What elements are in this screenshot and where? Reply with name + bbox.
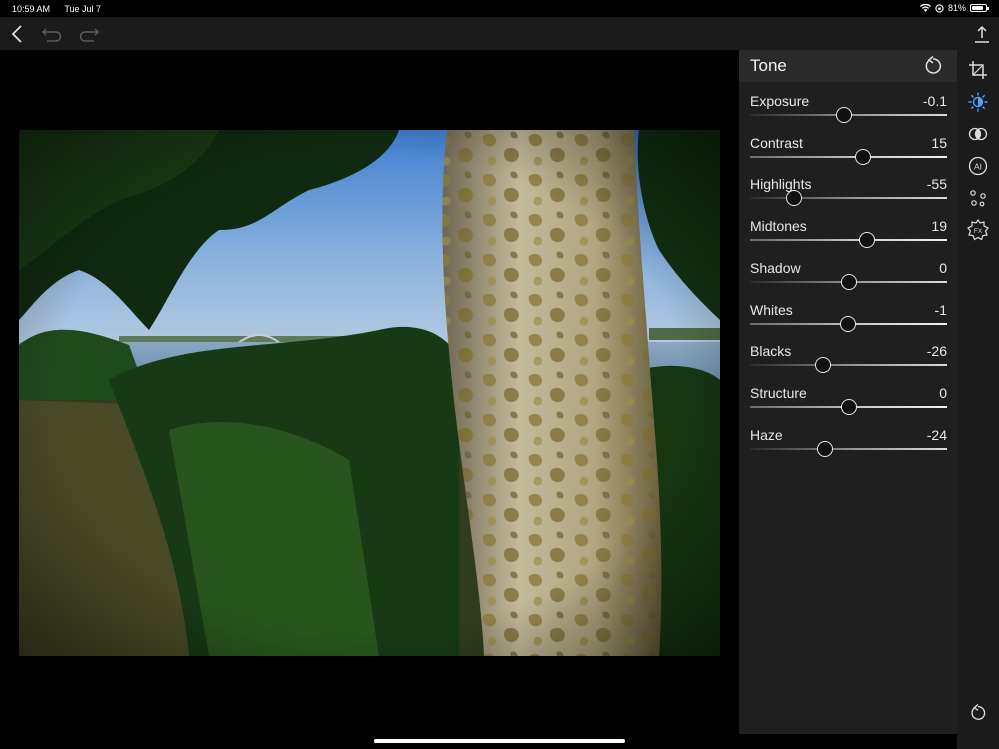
panel-header: Tone	[739, 50, 957, 82]
battery-icon	[970, 4, 989, 12]
fx-tool-button[interactable]: FX	[967, 219, 989, 241]
slider-midtones[interactable]: Midtones 19	[750, 218, 947, 260]
top-toolbar	[0, 17, 999, 50]
status-left: 10:59 AM Tue Jul 7	[12, 4, 113, 14]
status-time: 10:59 AM	[12, 4, 51, 14]
slider-thumb[interactable]	[816, 440, 833, 457]
share-button[interactable]	[970, 22, 994, 46]
color-tool-button[interactable]	[967, 123, 989, 145]
slider-label: Haze	[750, 426, 783, 443]
slider-label: Whites	[750, 301, 793, 318]
slider-label: Structure	[750, 384, 807, 401]
slider-label: Midtones	[750, 218, 807, 235]
slider-track[interactable]	[750, 447, 947, 450]
slider-thumb[interactable]	[859, 232, 876, 249]
slider-value: -0.1	[922, 93, 947, 109]
slider-value: 19	[931, 218, 947, 235]
photo-image	[19, 130, 720, 656]
slider-thumb[interactable]	[814, 357, 831, 374]
slider-structure[interactable]: Structure 0	[750, 385, 947, 427]
slider-whites[interactable]: Whites -1	[750, 302, 947, 344]
slider-blacks[interactable]: Blacks -26	[750, 343, 947, 385]
slider-thumb[interactable]	[855, 148, 872, 165]
slider-haze[interactable]: Haze -24	[750, 427, 947, 469]
slider-value: -55	[926, 176, 947, 193]
slider-label: Shadow	[750, 259, 801, 276]
color-icon	[968, 127, 988, 141]
layers-tool-button[interactable]	[967, 187, 989, 209]
fx-icon: FX	[967, 219, 989, 241]
reset-tone-button[interactable]	[923, 55, 943, 76]
status-right: 81%	[919, 3, 989, 13]
slider-label: Contrast	[750, 134, 803, 151]
battery-percent: 81%	[947, 3, 966, 13]
back-button[interactable]	[5, 22, 29, 46]
status-date: Tue Jul 7	[64, 4, 102, 14]
wifi-icon	[919, 4, 931, 12]
slider-thumb[interactable]	[840, 273, 857, 290]
reset-icon	[925, 55, 942, 74]
slider-value: -24	[926, 426, 947, 443]
crop-icon	[969, 61, 987, 79]
tool-strip: AI FX	[957, 50, 999, 749]
export-icon	[975, 25, 989, 43]
undo-icon	[41, 28, 62, 42]
undo-button[interactable]	[40, 22, 64, 46]
redo-button[interactable]	[77, 22, 101, 46]
photo-canvas	[0, 50, 739, 749]
slider-highlights[interactable]: Highlights -55	[750, 176, 947, 218]
home-indicator	[374, 739, 625, 743]
slider-thumb[interactable]	[839, 315, 856, 332]
slider-label: Blacks	[750, 343, 792, 360]
redo-icon	[79, 28, 100, 42]
slider-track[interactable]	[750, 155, 947, 158]
crop-tool-button[interactable]	[967, 59, 989, 81]
slider-value: 15	[931, 134, 947, 151]
ai-icon: AI	[968, 156, 988, 176]
tone-tool-button[interactable]	[967, 91, 989, 113]
slider-label: Exposure	[750, 93, 810, 109]
slider-value: -1	[934, 301, 947, 318]
ai-tool-button[interactable]: AI	[967, 155, 989, 177]
slider-label: Highlights	[750, 176, 812, 193]
slider-value: 0	[939, 384, 947, 401]
ai-icon-label: AI	[974, 162, 982, 172]
slider-thumb[interactable]	[840, 398, 857, 415]
chevron-left-icon	[11, 25, 22, 43]
slider-thumb[interactable]	[835, 107, 852, 123]
slider-track[interactable]	[750, 239, 947, 242]
slider-shadow[interactable]: Shadow 0	[750, 260, 947, 302]
slider-exposure[interactable]: Exposure -0.1	[750, 93, 947, 135]
tone-icon	[968, 92, 988, 112]
revert-icon	[971, 704, 986, 720]
tone-panel: Tone Exposure -0.1 Contrast 15 Highlights -55…	[739, 50, 957, 734]
fx-icon-label: FX	[974, 228, 983, 235]
revert-all-button[interactable]	[967, 702, 989, 724]
slider-thumb[interactable]	[786, 190, 803, 207]
slider-value: -26	[926, 343, 947, 360]
edited-photo[interactable]	[19, 130, 720, 656]
status-bar: 10:59 AM Tue Jul 7 81%	[0, 0, 999, 17]
slider-value: 0	[939, 259, 947, 276]
slider-track[interactable]	[750, 364, 947, 367]
panel-title: Tone	[750, 56, 787, 75]
rotation-lock-icon	[935, 3, 944, 13]
slider-contrast[interactable]: Contrast 15	[750, 135, 947, 177]
layers-icon	[970, 190, 986, 207]
slider-track[interactable]	[750, 197, 947, 200]
